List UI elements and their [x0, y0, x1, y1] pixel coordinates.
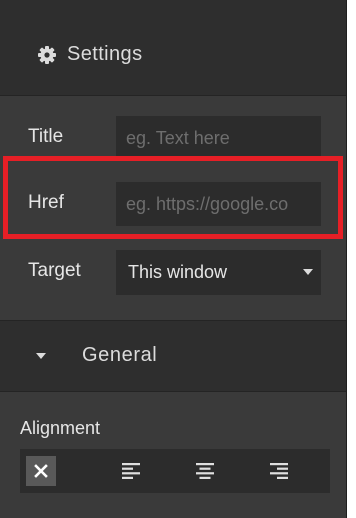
align-center-button[interactable] [168, 449, 242, 493]
settings-section-header[interactable]: Settings [0, 0, 346, 96]
general-title: General [82, 344, 158, 366]
href-highlight-annotation [3, 156, 343, 239]
align-right-button[interactable] [242, 449, 316, 493]
gear-icon [38, 46, 56, 64]
align-right-icon [270, 463, 288, 479]
alignment-label: Alignment [20, 418, 101, 438]
target-select[interactable]: This window [116, 250, 321, 295]
align-left-icon [122, 463, 140, 479]
settings-panel: Settings Title eg. Text here Href eg. ht… [0, 0, 347, 518]
caret-down-icon [36, 353, 46, 359]
close-icon [34, 464, 48, 478]
align-left-button[interactable] [94, 449, 168, 493]
target-select-value: This window [128, 262, 228, 282]
settings-title: Settings [67, 43, 143, 65]
chevron-down-icon [303, 269, 313, 275]
alignment-button-group [20, 449, 330, 493]
target-label: Target [28, 260, 81, 281]
align-center-icon [196, 463, 214, 479]
title-label: Title [28, 126, 64, 147]
title-input[interactable]: eg. Text here [116, 116, 321, 160]
align-none-button[interactable] [20, 449, 94, 493]
general-section-header[interactable]: General [0, 320, 346, 392]
